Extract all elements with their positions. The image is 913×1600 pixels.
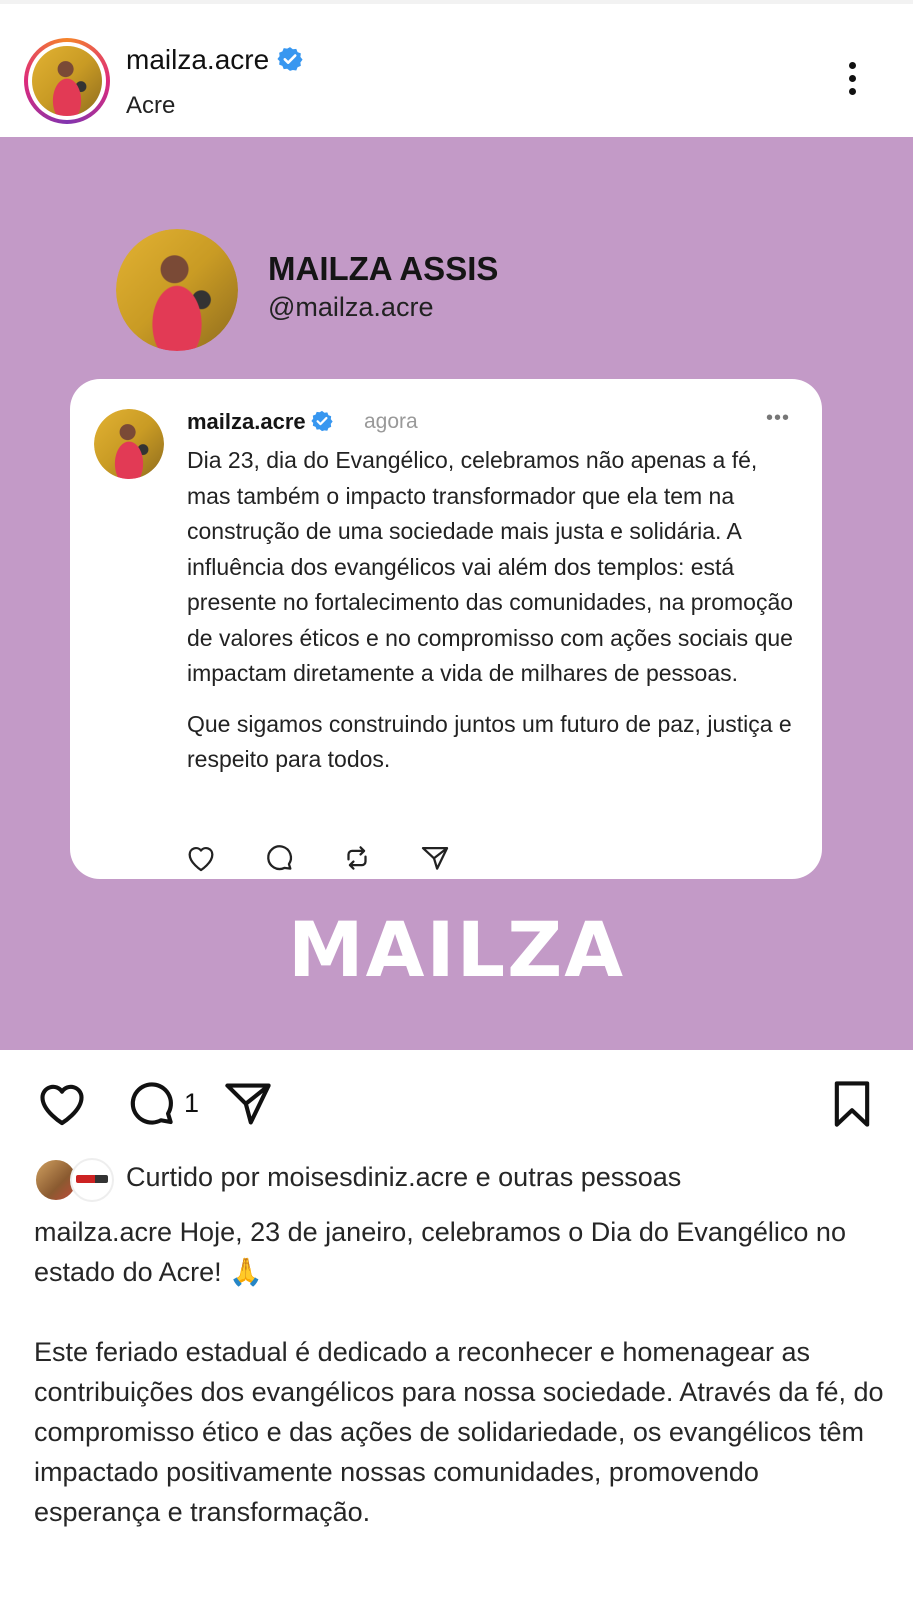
card-more-icon: ••• xyxy=(766,407,791,429)
avatar-photo xyxy=(32,46,102,116)
card-username: mailza.acre xyxy=(187,409,306,434)
card-timestamp: agora xyxy=(364,410,418,433)
comment-icon xyxy=(267,845,292,871)
post-location[interactable]: Acre xyxy=(126,92,175,120)
heart-icon xyxy=(188,847,214,872)
comment-count: 1 xyxy=(184,1088,200,1118)
repost-icon xyxy=(347,846,367,870)
verified-icon xyxy=(277,47,303,71)
share-icon xyxy=(421,846,449,870)
card-username-row: mailza.acre xyxy=(187,409,333,435)
author-username-row[interactable]: mailza.acre xyxy=(126,44,303,76)
author-avatar[interactable] xyxy=(24,38,110,124)
card-paragraph: Que sigamos construindo juntos um futuro… xyxy=(187,710,792,773)
likes-text[interactable]: Curtido por moisesdiniz.acre e outras pe… xyxy=(126,1162,913,1193)
card-paragraph: Dia 23, dia do Evangélico, celebramos nã… xyxy=(187,447,794,686)
comment-icon[interactable] xyxy=(126,1078,178,1130)
media-profile-name: MAILZA ASSIS xyxy=(268,250,499,287)
post-media[interactable]: MAILZA ASSIS @mailza.acre mailza.acre ag… xyxy=(0,137,913,1050)
media-profile-handle: @mailza.acre xyxy=(268,292,434,322)
card-avatar xyxy=(94,409,164,479)
author-username[interactable]: mailza.acre xyxy=(126,44,269,75)
caption-username[interactable]: mailza.acre xyxy=(34,1217,172,1247)
threads-post-card: mailza.acre agora ••• Dia 23, dia do Eva… xyxy=(70,379,822,879)
brand-logo: MAILZA xyxy=(287,905,626,994)
post-caption: mailza.acre Hoje, 23 de janeiro, celebra… xyxy=(34,1212,884,1572)
media-profile-photo xyxy=(116,229,238,351)
post-actions: 1 xyxy=(0,1050,913,1160)
post-header: mailza.acre Acre xyxy=(0,4,913,137)
verified-icon xyxy=(311,410,333,432)
liker-avatar xyxy=(70,1158,114,1202)
bookmark-icon[interactable] xyxy=(826,1078,878,1130)
more-options-icon[interactable] xyxy=(848,62,858,102)
caption-text: Este feriado estadual é dedicado a recon… xyxy=(34,1337,884,1527)
share-icon[interactable] xyxy=(222,1078,274,1130)
like-icon[interactable] xyxy=(36,1078,88,1130)
card-text: Dia 23, dia do Evangélico, celebramos nã… xyxy=(187,443,799,793)
